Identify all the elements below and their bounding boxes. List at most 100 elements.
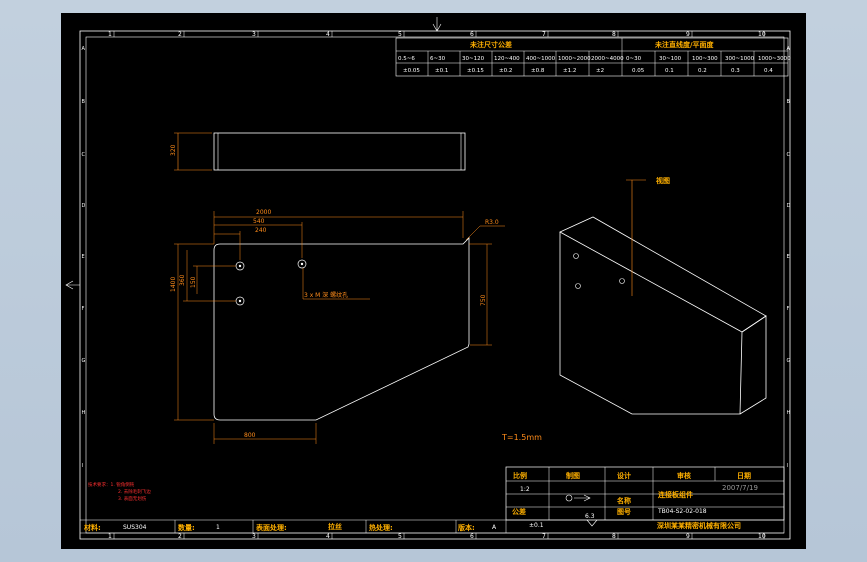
tolerance-linear-header: 未注尺寸公差 <box>470 40 512 49</box>
side-view: 320 <box>170 132 466 171</box>
ruler-left-F: F <box>82 306 85 312</box>
tolerance-flatness-header: 未注直线度/平面度 <box>655 40 715 49</box>
ruler-right-E: E <box>787 254 790 260</box>
note-3: 3. 表面无划伤 <box>118 495 147 502</box>
ruler-top-10: 10 <box>758 31 766 38</box>
ruler-right-I: I <box>787 463 788 469</box>
qty-value: 1 <box>216 524 220 531</box>
ruler-bottom-5: 5 <box>398 533 402 540</box>
dim-240: 240 <box>255 227 267 234</box>
name-value: 连接板组件 <box>658 490 693 499</box>
ruler-top-8: 8 <box>612 31 616 38</box>
isometric-view: 视图 <box>559 176 767 415</box>
ruler-top-9: 9 <box>686 31 690 38</box>
tol-range-6: 2000~4000 <box>591 56 624 62</box>
surface-value: 6.3 <box>585 513 595 520</box>
check-label: 审核 <box>677 471 691 480</box>
dim-radius: R3.0 <box>485 219 499 226</box>
tol-range-2: 30~120 <box>462 56 485 62</box>
iso-label: 视图 <box>656 176 670 185</box>
ruler-bottom-6: 6 <box>470 533 474 540</box>
ruler-left-D: D <box>82 203 86 209</box>
version-label: 版本: <box>458 523 475 532</box>
tol-value-1: ±0.1 <box>435 68 448 74</box>
projection-symbol <box>565 494 591 502</box>
qty-label: 数量: <box>178 523 195 532</box>
version-value: A <box>492 524 497 531</box>
dim-540: 540 <box>253 218 265 225</box>
name-label: 名称 <box>617 496 631 505</box>
tol-range-4: 400~1000 <box>526 56 556 62</box>
ruler-labels: 1 2 3 4 5 6 7 8 9 10 1 2 3 4 5 6 7 8 9 10 A A B B C C D D E E F F G G H H I I <box>82 31 791 540</box>
ratio-value: 1:2 <box>520 486 530 493</box>
ruler-right-C: C <box>787 152 791 158</box>
title-block: 比例 1:2 制图 设计 审核 日期 2007/7/19 名称 连接板组件 图号… <box>80 466 785 534</box>
ruler-right-G: G <box>787 358 791 364</box>
ruler-left-G: G <box>82 358 86 364</box>
flat-value-4: 0.4 <box>764 68 773 74</box>
ruler-left-A: A <box>82 46 86 52</box>
flat-value-1: 0.1 <box>665 68 674 74</box>
ruler-top-2: 2 <box>178 31 182 38</box>
tol-range-0: 0.5~6 <box>398 56 415 62</box>
drawing-no-value: TB04-S2-02-018 <box>657 508 707 515</box>
ruler-left-C: C <box>82 152 86 158</box>
flat-range-1: 30~100 <box>659 56 682 62</box>
tol-value-6: ±2 <box>596 68 604 74</box>
dim-height: 1400 <box>170 277 177 292</box>
tol-range-3: 120~400 <box>494 56 520 62</box>
cad-drawing[interactable]: 1 2 3 4 5 6 7 8 9 10 1 2 3 4 5 6 7 8 9 10 A A B B C C D D E E F F G G H H I I… <box>0 0 867 562</box>
ruler-left-H: H <box>82 410 86 416</box>
ruler-right-H: H <box>787 410 791 416</box>
flat-value-3: 0.3 <box>731 68 740 74</box>
ruler-right-B: B <box>787 99 791 105</box>
flat-value-2: 0.2 <box>698 68 707 74</box>
flat-range-3: 300~1000 <box>725 56 755 62</box>
surface-treatment: 拉丝 <box>328 522 342 531</box>
date-label: 日期 <box>737 471 751 480</box>
tol-value-3: ±0.2 <box>499 68 512 74</box>
drawn-label: 制图 <box>566 471 580 480</box>
dim-360: 360 <box>179 274 186 286</box>
material-value: SUS304 <box>123 524 147 531</box>
company-name: 深圳某某精密机械有限公司 <box>657 521 741 530</box>
tol-value-4: ±0.8 <box>531 68 545 74</box>
flat-range-4: 1000~3000 <box>758 56 791 62</box>
design-label: 设计 <box>617 471 631 480</box>
note-1: 技术要求：1. 锐角倒钝 <box>88 481 135 488</box>
ruler-right-D: D <box>787 203 791 209</box>
tol-value-5: ±1.2 <box>563 68 576 74</box>
ruler-top-6: 6 <box>470 31 474 38</box>
front-view: 2000 540 240 R3.0 1400 360 150 750 800 3… <box>170 209 505 444</box>
ruler-bottom-9: 9 <box>686 533 690 540</box>
ruler-bottom-8: 8 <box>612 533 616 540</box>
note-2: 2. 去除毛刺飞边 <box>118 488 151 495</box>
tol-value-0: ±0.05 <box>403 68 420 74</box>
material-label: 材料: <box>83 523 101 532</box>
center-mark-top <box>432 17 442 32</box>
ruler-bottom-2: 2 <box>178 533 182 540</box>
tolerance-label: 公差 <box>512 507 526 516</box>
ruler-top-5: 5 <box>398 31 402 38</box>
flat-range-0: 0~30 <box>626 56 642 62</box>
ruler-top-7: 7 <box>542 31 546 38</box>
drawing-no-label: 图号 <box>617 507 631 516</box>
outer-frame <box>79 30 791 540</box>
ruler-bottom-7: 7 <box>542 533 546 540</box>
tech-notes: 技术要求：1. 锐角倒钝 2. 去除毛刺飞边 3. 表面无划伤 <box>88 481 151 502</box>
ruler-top-4: 4 <box>326 31 330 38</box>
dim-overall-width: 2000 <box>256 209 271 216</box>
tolerance-value: ±0.1 <box>529 522 544 529</box>
date-value: 2007/7/19 <box>722 484 758 492</box>
surface-finish-symbol <box>586 519 598 527</box>
ruler-left-I: I <box>82 463 83 469</box>
ruler-bottom-1: 1 <box>108 533 112 540</box>
ruler-bottom-3: 3 <box>252 533 256 540</box>
tolerance-table: 未注尺寸公差 未注直线度/平面度 0.5~6 6~30 30~120 120~400 4… <box>395 37 791 77</box>
ruler-bottom-10: 10 <box>758 533 766 540</box>
heat-label: 热处理: <box>369 523 393 532</box>
surface-label: 表面处理: <box>255 523 287 532</box>
tol-range-1: 6~30 <box>430 56 446 62</box>
ruler-bottom-4: 4 <box>326 533 330 540</box>
tol-range-5: 1000~2000 <box>558 56 591 62</box>
